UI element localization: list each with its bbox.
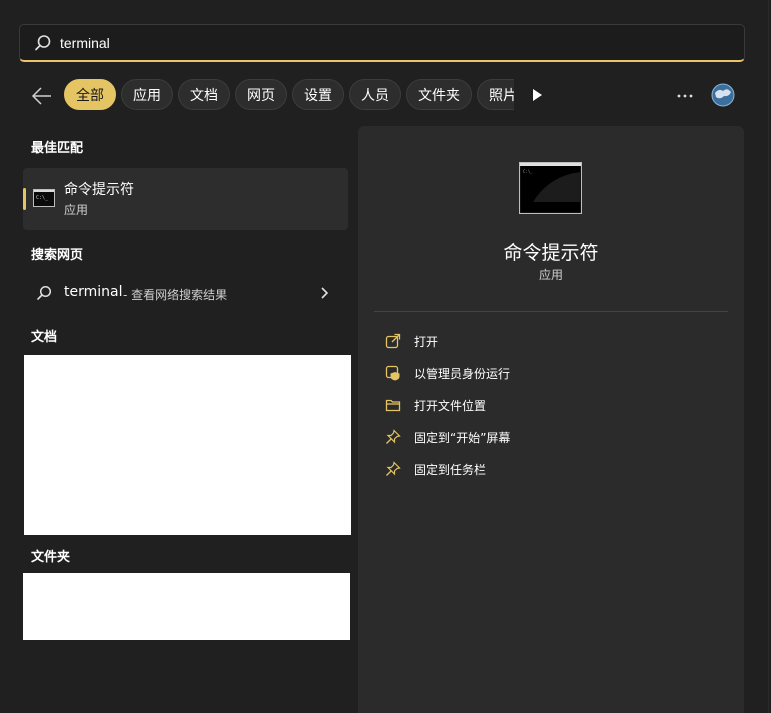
action-pin-to-taskbar[interactable]: 固定到任务栏 — [382, 457, 722, 481]
web-search-heading: 搜索网页 — [31, 248, 84, 263]
filter-bar: 全部 应用 文档 网页 设置 人员 文件夹 照片 — [0, 78, 771, 114]
documents-heading: 文档 — [31, 330, 58, 345]
filter-tab-apps[interactable]: 应用 — [121, 79, 173, 110]
scroll-right-icon[interactable] — [530, 88, 544, 102]
search-icon — [37, 285, 52, 300]
folders-heading: 文件夹 — [31, 550, 71, 565]
window-edge — [768, 0, 769, 713]
chevron-right-icon[interactable] — [319, 287, 329, 299]
filter-tab-web[interactable]: 网页 — [235, 79, 287, 110]
web-search-term: terminal — [64, 284, 123, 300]
filter-tab-photos[interactable]: 照片 — [477, 79, 514, 110]
filter-tab-all[interactable]: 全部 — [64, 79, 116, 110]
web-search-result[interactable]: terminal - 查看网络搜索结果 — [23, 276, 348, 310]
open-external-icon — [385, 333, 401, 349]
action-pin-to-taskbar-label: 固定到任务栏 — [414, 463, 487, 477]
action-open-file-location-label: 打开文件位置 — [414, 399, 487, 413]
svg-text:C:\_: C:\_ — [36, 195, 49, 201]
action-pin-to-start[interactable]: 固定到“开始”屏幕 — [382, 425, 722, 449]
best-match-title: 命令提示符 — [64, 182, 134, 198]
action-run-as-admin-label: 以管理员身份运行 — [414, 367, 511, 381]
detail-title: 命令提示符 — [503, 242, 599, 264]
filter-tab-folders[interactable]: 文件夹 — [406, 79, 472, 110]
best-match-subtitle: 应用 — [64, 203, 89, 217]
action-run-as-admin[interactable]: 以管理员身份运行 — [382, 361, 722, 385]
action-pin-to-start-label: 固定到“开始”屏幕 — [414, 431, 511, 445]
back-arrow-icon[interactable] — [31, 86, 53, 106]
shield-admin-icon — [385, 365, 400, 381]
filter-pills: 全部 应用 文档 网页 设置 人员 文件夹 照片 — [64, 79, 514, 113]
action-open-label: 打开 — [414, 335, 439, 349]
divider — [374, 311, 728, 312]
svg-text:C:\_: C:\_ — [523, 169, 533, 174]
folders-results-area — [23, 573, 350, 640]
command-prompt-icon: C:\_ — [33, 189, 55, 207]
more-options-icon[interactable] — [676, 87, 694, 105]
filter-tab-settings[interactable]: 设置 — [292, 79, 344, 110]
selection-indicator — [23, 188, 26, 210]
command-prompt-icon: C:\_ — [519, 162, 582, 214]
search-icon — [35, 34, 51, 50]
documents-results-area — [24, 355, 351, 535]
pin-icon — [386, 461, 401, 476]
web-search-hint: - 查看网络搜索结果 — [123, 288, 228, 302]
search-input[interactable] — [60, 34, 744, 51]
filter-tab-people[interactable]: 人员 — [349, 79, 401, 110]
avatar-icon[interactable] — [711, 83, 735, 107]
detail-subtitle: 应用 — [538, 268, 563, 282]
detail-panel: C:\_ 命令提示符 应用 打开 以管理员身份运行 打开文件位置 固定到“开始”… — [358, 126, 744, 713]
action-open[interactable]: 打开 — [382, 329, 722, 353]
best-match-item[interactable]: C:\_ 命令提示符 应用 — [23, 168, 348, 230]
best-match-heading: 最佳匹配 — [31, 141, 84, 156]
action-open-file-location[interactable]: 打开文件位置 — [382, 393, 722, 417]
filter-tab-documents[interactable]: 文档 — [178, 79, 230, 110]
search-window: 全部应用文档网页设置人员文件夹照片 最佳匹配 C:\_ 命令提示符 应用 搜索网… — [0, 0, 771, 713]
pin-icon — [386, 429, 401, 444]
folder-icon — [385, 399, 401, 412]
search-box[interactable] — [19, 24, 745, 62]
